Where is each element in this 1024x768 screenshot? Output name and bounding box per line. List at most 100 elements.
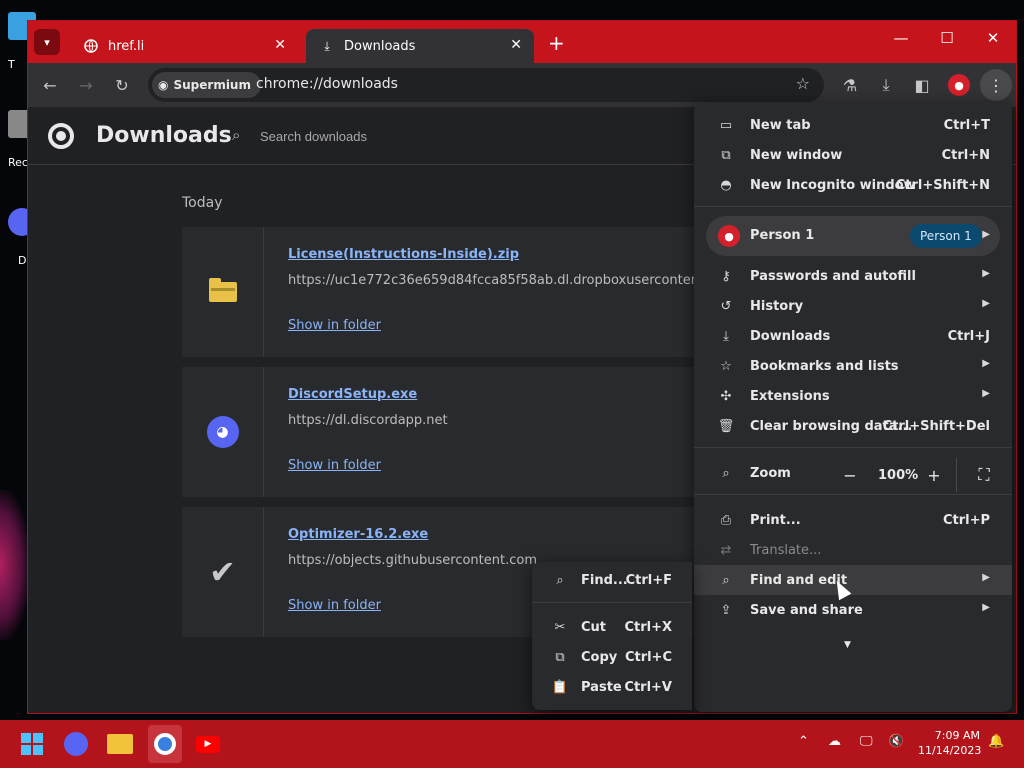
tab-downloads[interactable]: ⤓ Downloads ✕	[306, 29, 534, 63]
maximize-icon: ☐	[940, 29, 954, 47]
url-text[interactable]: chrome://downloads	[256, 76, 398, 92]
tab-search-button[interactable]: ▾	[34, 29, 60, 55]
bookmark-star-icon[interactable]: ☆	[796, 74, 810, 93]
downloads-button[interactable]: ⤓	[874, 73, 898, 97]
side-panel-icon: ◧	[914, 75, 930, 95]
clock-time: 7:09 AM	[934, 729, 980, 742]
taskbar-browser[interactable]	[148, 725, 182, 763]
download-icon: ⤓	[882, 75, 890, 94]
zoom-in-button[interactable]: +	[920, 461, 948, 489]
menu-item-find-edit[interactable]: ⌕ Find and edit ▶	[694, 565, 1012, 595]
menu-item-translate: ⇄ Translate...	[694, 535, 1012, 565]
maximize-button[interactable]: ☐	[927, 29, 967, 47]
download-source-url[interactable]: https://dl.discordapp.net	[288, 413, 448, 428]
download-file-name[interactable]: License(Instructions-Inside).zip	[288, 247, 519, 262]
download-item-icon	[182, 227, 264, 357]
menu-item-print[interactable]: ⎙ Print... Ctrl+P	[694, 505, 1012, 535]
find-page-icon: ⌕	[722, 572, 730, 588]
show-in-folder-link[interactable]: Show in folder	[288, 318, 381, 333]
puzzle-icon: ✣	[720, 388, 732, 404]
menu-item-shortcut: Ctrl+J	[947, 329, 990, 344]
taskbar-discord[interactable]	[62, 730, 90, 758]
menu-item-new-window[interactable]: ⧉ New window Ctrl+N	[694, 140, 1012, 170]
chevron-right-icon: ▶	[982, 388, 990, 399]
menu-item-label: Downloads	[750, 329, 831, 344]
menu-item-new-incognito[interactable]: ◓ New Incognito window Ctrl+Shift+N	[694, 170, 1012, 200]
menu-item-new-tab[interactable]: ▭ New tab Ctrl+T	[694, 110, 1012, 140]
menu-item-shortcut: Ctrl+F	[625, 573, 672, 588]
search-downloads[interactable]: ⌕	[224, 120, 684, 152]
translate-icon: ⇄	[720, 542, 732, 558]
chevron-right-icon: ▶	[982, 602, 990, 613]
share-icon: ⇪	[720, 602, 732, 618]
menu-item-shortcut: Ctrl+P	[942, 513, 990, 528]
arrow-left-icon: ←	[43, 75, 57, 95]
download-source-url[interactable]: https://uc1e772c36e659d84fcca85f58ab.dl.…	[288, 273, 736, 288]
search-input[interactable]	[260, 125, 660, 147]
menu-item-profile[interactable]: ● Person 1 Person 1 ▶	[706, 216, 1000, 256]
start-button[interactable]	[18, 730, 46, 758]
youtube-icon: ▶	[196, 735, 220, 753]
menu-item-history[interactable]: ↺ History ▶	[694, 291, 1012, 321]
taskbar-youtube[interactable]: ▶	[194, 730, 222, 758]
tab-hrefli[interactable]: href.li ✕	[70, 29, 298, 63]
submenu-item-paste[interactable]: 📋 Paste Ctrl+V	[532, 672, 692, 702]
side-panel-button[interactable]: ◧	[910, 73, 934, 97]
submenu-item-find[interactable]: ⌕ Find... Ctrl+F	[532, 565, 692, 595]
show-in-folder-link[interactable]: Show in folder	[288, 458, 381, 473]
menu-item-clear-data[interactable]: 🗑 Clear browsing data... Ctrl+Shift+Del	[694, 411, 1012, 441]
download-item: ◕ DiscordSetup.exe https://dl.discordapp…	[182, 367, 722, 497]
menu-item-label: Paste	[581, 680, 622, 695]
menu-item-bookmarks[interactable]: ☆ Bookmarks and lists ▶	[694, 351, 1012, 381]
download-source-url[interactable]: https://objects.githubusercontent.com	[288, 553, 537, 568]
close-icon[interactable]: ✕	[274, 37, 286, 53]
network-icon[interactable]: 🖵	[860, 734, 873, 749]
menu-item-passwords[interactable]: ⚷ Passwords and autofill ▶	[694, 261, 1012, 291]
menu-item-save-share[interactable]: ⇪ Save and share ▶	[694, 595, 1012, 625]
back-button[interactable]: ←	[38, 73, 62, 97]
menu-item-extensions[interactable]: ✣ Extensions ▶	[694, 381, 1012, 411]
cloud-offline-icon[interactable]: ☁	[828, 734, 841, 749]
download-file-name[interactable]: Optimizer-16.2.exe	[288, 527, 428, 542]
labs-button[interactable]: ⚗	[838, 73, 862, 97]
show-hidden-icons-chevron-icon[interactable]: ⌃	[798, 734, 809, 749]
download-file-name[interactable]: DiscordSetup.exe	[288, 387, 417, 402]
scroll-down-chevron-icon[interactable]: ▼	[844, 640, 851, 650]
forward-button[interactable]: →	[74, 73, 98, 97]
clock-date: 11/14/2023	[918, 744, 982, 757]
zip-folder-icon	[208, 278, 237, 302]
tab-title: href.li	[108, 38, 145, 54]
magnifier-icon: ⌕	[722, 465, 730, 481]
site-info-chip[interactable]: ◉ Supermium	[152, 72, 261, 98]
fullscreen-button[interactable]: ⛶	[970, 461, 998, 489]
browser-logo-icon	[48, 123, 74, 149]
close-icon[interactable]: ✕	[510, 37, 522, 53]
new-tab-button[interactable]: +	[548, 31, 565, 55]
reload-button[interactable]: ↻	[110, 73, 134, 97]
menu-item-shortcut: Ctrl+Shift+Del	[882, 419, 990, 434]
taskbar-file-explorer[interactable]	[106, 730, 134, 758]
submenu-item-copy[interactable]: ⧉ Copy Ctrl+C	[532, 642, 692, 672]
notification-bell-icon[interactable]: 🔔	[988, 734, 1004, 749]
menu-item-label: New Incognito window	[750, 178, 916, 193]
find-page-icon: ⌕	[556, 572, 564, 588]
profile-avatar: ●	[718, 225, 740, 247]
key-icon: ⚷	[721, 268, 731, 284]
browser-logo-icon: ◉	[158, 78, 169, 92]
main-menu-button[interactable]: ⋮	[980, 69, 1012, 101]
address-bar[interactable]: ◉ Supermium chrome://downloads ☆	[148, 68, 824, 102]
close-window-button[interactable]: ✕	[973, 29, 1013, 47]
kebab-menu-icon: ⋮	[988, 75, 1004, 95]
submenu-item-cut[interactable]: ✂ Cut Ctrl+X	[532, 612, 692, 642]
star-icon: ☆	[720, 358, 732, 374]
system-clock[interactable]: 7:09 AM 11/14/2023	[918, 728, 982, 758]
minus-icon: −	[843, 465, 857, 485]
menu-item-downloads[interactable]: ⤓ Downloads Ctrl+J	[694, 321, 1012, 351]
zoom-out-button[interactable]: −	[836, 461, 864, 489]
menu-item-label: Copy	[581, 650, 618, 665]
minimize-button[interactable]: —	[881, 29, 921, 47]
date-section-label: Today	[182, 195, 223, 211]
volume-muted-icon[interactable]: 🔇	[888, 734, 904, 749]
profile-avatar[interactable]: ●	[948, 74, 970, 96]
show-in-folder-link[interactable]: Show in folder	[288, 598, 381, 613]
